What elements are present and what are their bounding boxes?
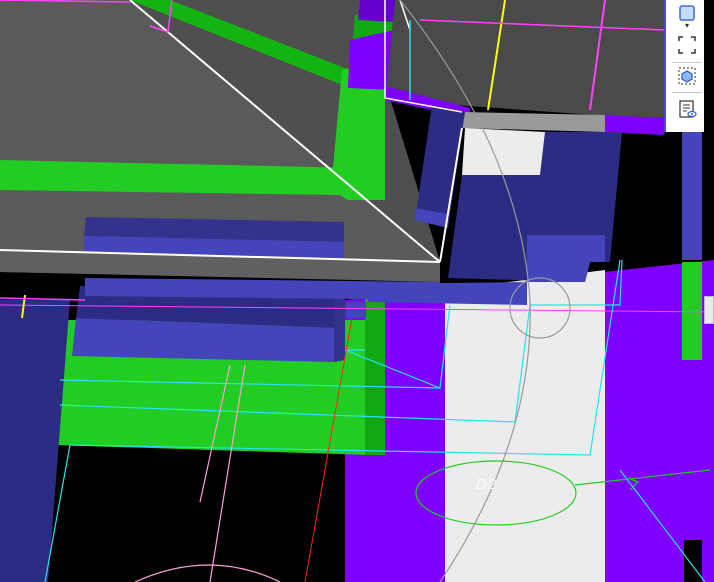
green-wall-right	[365, 290, 385, 455]
toolbar-strip: ▾	[664, 0, 704, 132]
chevron-down-icon[interactable]: ▾	[682, 22, 692, 30]
white-floor-upper	[462, 128, 545, 175]
toolbar-separator	[672, 92, 702, 93]
black-void	[40, 448, 345, 582]
fit-view-icon[interactable]	[674, 32, 700, 58]
properties-visibility-icon[interactable]	[674, 96, 700, 122]
view-toolbar: ▾	[664, 0, 714, 582]
3d-viewport[interactable]: D2	[0, 0, 714, 582]
small-blue-post	[346, 302, 366, 318]
panel-expand-tab[interactable]	[704, 296, 714, 324]
blue-block-base	[368, 282, 527, 305]
isolate-3d-icon[interactable]	[674, 63, 700, 89]
room-tag-label: D2	[476, 476, 498, 493]
